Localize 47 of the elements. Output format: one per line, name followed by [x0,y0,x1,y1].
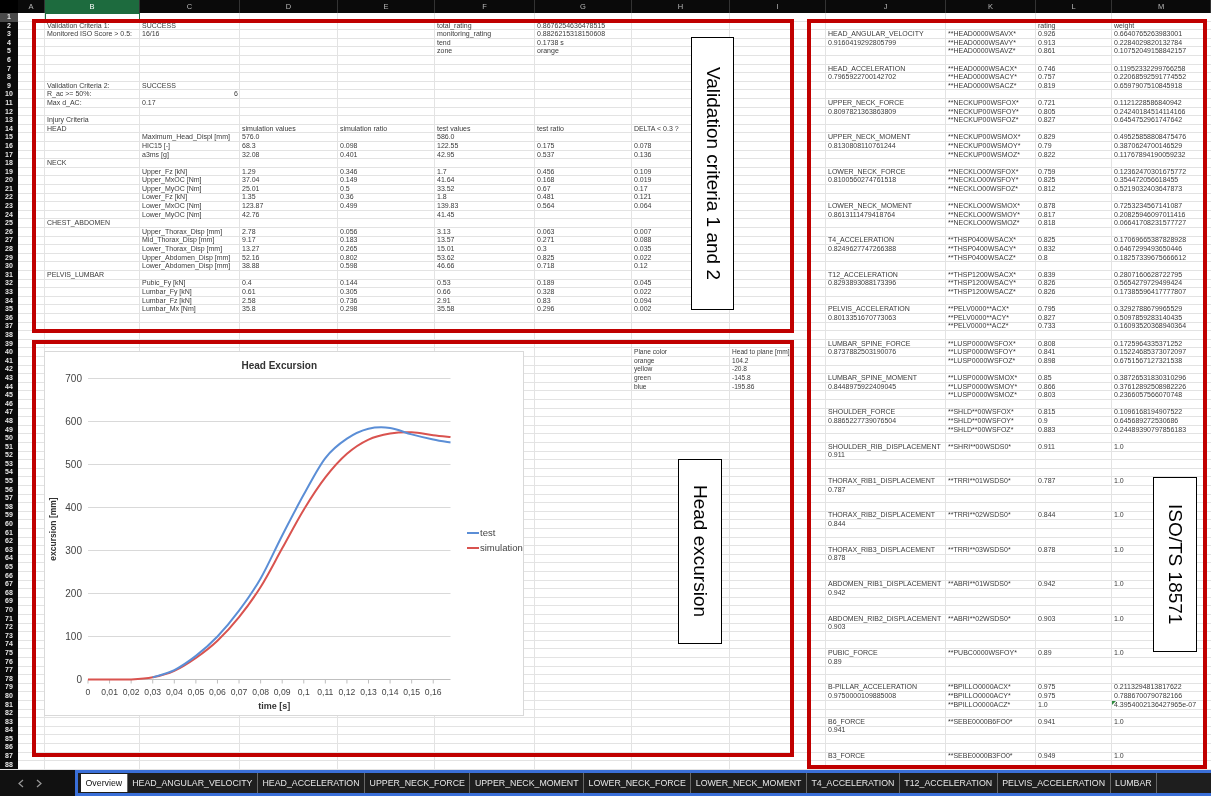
sheet-tab[interactable]: LOWER_NECK_MOMENT [691,773,807,793]
legend-label: test [480,527,496,538]
axis-tick-label: 0,16 [424,686,442,697]
axis-tick-label: 0,06 [209,686,226,697]
axis-tick-label: 600 [65,416,82,427]
axis-tick-label: 0,07 [230,686,248,697]
scroll-right-icon[interactable] [36,778,42,788]
axis-tick-label: 200 [65,588,82,599]
sheet-tab[interactable]: HEAD_ANGULAR_VELOCITY [127,773,258,793]
active-cell[interactable] [45,13,140,22]
axis-tick-label: 100 [65,631,82,642]
axis-tick-label: 0,09 [273,686,291,697]
sheet-tab[interactable]: T4_ACCELERATION [806,773,900,793]
axis-tick-label: 0,14 [381,686,399,697]
axis-tick-label: 0 [85,686,91,697]
axis-tick-label: 0 [76,674,82,685]
legend-label: simulation [480,542,523,553]
sheet-tab[interactable]: UPPER_NECK_MOMENT [470,773,585,793]
axis-tick-label: 0,13 [360,686,377,697]
annotation-label: ISO/TS 18571 [1153,477,1197,652]
axis-tick-label: 300 [65,545,82,556]
axis-tick-label: 700 [65,373,82,384]
sheet-tab[interactable]: T12_ACCELERATION [899,773,998,793]
axis-tick-label: 0,04 [165,686,183,697]
axis-tick-label: 0,05 [187,686,205,697]
axis-tick-label: 0,12 [338,686,356,697]
axis-tick-label: 0,1 [297,686,310,697]
axis-title: time [s] [258,700,291,711]
sheet-tab[interactable]: PELVIS_ACCELERATION [997,773,1111,793]
axis-tick-label: 500 [65,459,82,470]
scroll-left-icon[interactable] [18,778,24,788]
axis-tick-label: 0,08 [252,686,269,697]
chart-title: Head Excursion [241,360,318,371]
axis-tick-label: 0,15 [403,686,421,697]
axis-tick-label: 0,03 [144,686,162,697]
sheet-tab[interactable]: LOWER_NECK_FORCE [584,773,692,793]
axis-tick-label: 0,01 [101,686,118,697]
sheet-tab[interactable]: HEAD_ACCELERATION [257,773,366,793]
axis-title: excursion [mm] [48,497,58,561]
annotation-label: Head excursion [678,459,722,644]
sheet-tab[interactable]: Overview [81,774,128,792]
sheet-tab[interactable]: LUMBAR [1110,773,1158,793]
axis-tick-label: 400 [65,502,82,513]
sheet-tab[interactable]: UPPER_NECK_FORCE [365,773,471,793]
annotation-label: Validation criteria 1 and 2 [691,37,734,310]
axis-tick-label: 0,11 [317,686,334,697]
axis-tick-label: 0,02 [122,686,140,697]
